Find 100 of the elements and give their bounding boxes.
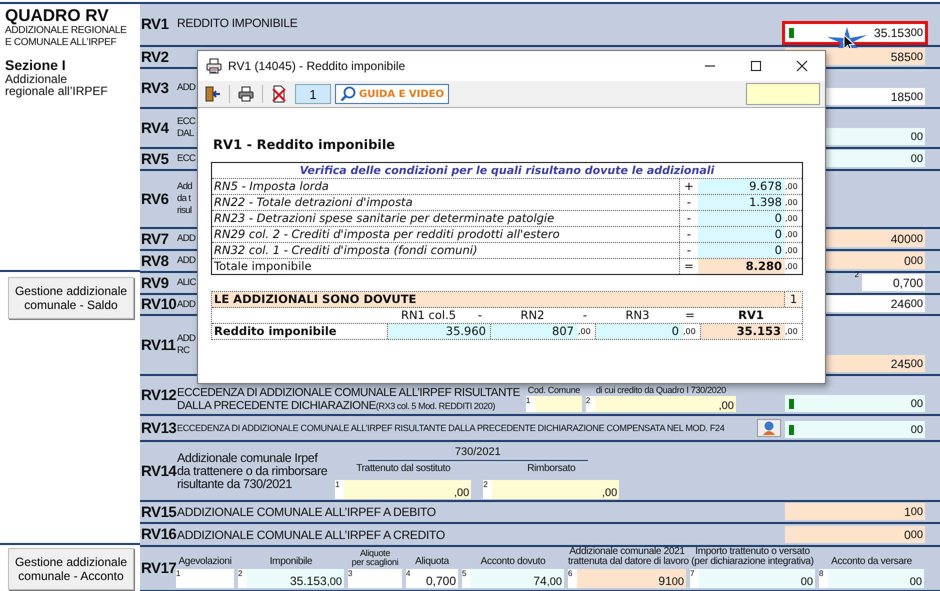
input-field[interactable]: 35.153,00 — [247, 569, 344, 588]
amount-field[interactable]: 100 — [785, 503, 925, 520]
acconto-button[interactable]: Gestione addizionale comunale - Acconto — [8, 548, 134, 590]
field-number: 3 — [348, 569, 357, 588]
row-label: ADD — [176, 81, 196, 95]
table-cell-text: - — [686, 195, 692, 210]
input-field[interactable]: 9100 — [577, 569, 686, 588]
field-number: 2 — [483, 480, 492, 499]
table-cell: 8.280 — [698, 259, 785, 274]
amount-field[interactable]: 0,700 — [862, 274, 925, 291]
table-cell: 0 — [698, 227, 785, 242]
table-cell: Totale imponibile — [212, 259, 680, 274]
field-number: 8 — [819, 569, 828, 588]
row-code: RV11 — [140, 336, 176, 354]
field-number: 1 — [176, 569, 185, 588]
table-cell: RN32 col. 1 - Crediti d'imposta (fondi comuni) — [212, 243, 680, 258]
table-cell-text: ,00 — [785, 197, 799, 209]
row-code: RV2 — [140, 48, 170, 66]
row-code: RV6 — [140, 190, 170, 208]
row-code: RV7 — [140, 230, 170, 248]
table-cell: RN23 - Detrazioni spese sanitarie per determinate patolgie — [212, 211, 680, 226]
field-number: 5 — [462, 569, 471, 588]
banner-text: LE ADDIZIONALI SONO DOVUTE — [213, 292, 418, 307]
field-number: 6 — [568, 569, 577, 588]
section-title: Sezione I — [5, 57, 67, 73]
table-cell: 0 — [596, 324, 683, 339]
table-cell-text: - — [686, 243, 692, 258]
field-number: 2 — [586, 396, 595, 412]
input-field[interactable] — [357, 569, 402, 588]
amount-field[interactable]: 000 — [785, 526, 925, 543]
input-field[interactable]: 74,00 — [471, 569, 564, 588]
input-field[interactable] — [746, 83, 820, 105]
row-label: REDDITO IMPONIBILE — [176, 15, 298, 30]
row-code: RV1 — [140, 16, 170, 33]
page-field[interactable]: 1 — [295, 84, 331, 104]
table-cell-text: - — [686, 227, 692, 242]
input-field[interactable] — [534, 396, 582, 412]
row-code: RV3 — [140, 80, 170, 96]
column-header: RN2 — [520, 308, 546, 323]
field-caption: Importo trattenuto o versato (per dichiarazione integrativa) — [690, 547, 815, 567]
amount-field[interactable]: 00 — [785, 395, 925, 412]
row-label: ECCEDENZA DI ADDIZIONALE COMUNALE ALL’IRPEF RISULTANTE DALLA PRECEDENTE DICHIARAZIONE COMPENSATA NEL MOD. F24 — [176, 422, 724, 435]
row-label: Add da t risul — [176, 180, 192, 218]
field-caption: Acconto da versare — [830, 557, 913, 567]
table-cell: 0 — [698, 211, 785, 226]
table-cell-text: ,00 — [785, 326, 799, 338]
row-code: RV12 — [140, 386, 176, 404]
person-icon-button[interactable] — [757, 419, 781, 437]
printer-icon — [206, 58, 222, 74]
table-cell: RN5 - Imposta lorda — [212, 179, 680, 194]
field-caption: Agevolazioni — [177, 557, 233, 567]
table-cell: 9.678 — [698, 179, 785, 194]
field-caption: di cui credito da Quadro I 730/2020 — [594, 386, 727, 395]
field-caption: Trattenuto dal sostituto — [355, 464, 452, 474]
row-code: RV10 — [140, 296, 176, 313]
input-field[interactable]: ,00 — [594, 396, 736, 412]
row-label: ADDIZIONALE COMUNALE ALL’IRPEF A CREDITO — [176, 526, 445, 544]
input-field[interactable] — [185, 569, 234, 588]
row-label: Addizionale comunale Irpef da trattenere o da rimborsare risultante da 730/2021 — [176, 450, 328, 492]
search-icon — [340, 86, 356, 102]
column-header: RV1 — [737, 308, 765, 323]
field-number: 1 — [335, 480, 344, 499]
table-cell-text: + — [683, 179, 695, 194]
row-label: Reddito imponibile — [213, 324, 338, 339]
input-field[interactable]: 0,700 — [415, 569, 458, 588]
field-caption: Aliquote per scaglioni — [350, 549, 400, 567]
saldo-button[interactable]: Gestione addizionale comunale - Saldo — [8, 277, 134, 319]
row-label: ADD — [176, 298, 196, 312]
table-cell: 807 — [491, 324, 578, 339]
field-caption: Rimborsato — [526, 464, 576, 474]
table-cell: 35.153 — [701, 324, 785, 339]
field-caption: Acconto dovuto — [480, 557, 546, 567]
window-title: RV1 (14045) - Reddito imponibile — [228, 59, 406, 73]
column-header: 730/2021 — [368, 446, 588, 461]
amount-field[interactable]: 35.15300 — [785, 24, 925, 42]
form-title: QUADRO RV — [5, 7, 110, 25]
input-field[interactable]: 00 — [828, 569, 924, 588]
row-code: RV15 — [140, 504, 176, 520]
row-code: RV8 — [140, 252, 170, 270]
input-field[interactable]: ,00 — [492, 480, 620, 499]
row-label: ECCEDENZA DI ADDIZIONALE COMUNALE ALL’IRPEF RISULTANTE DALLA PRECEDENTE DICHIARAZIONE(RX3 col. 5 Mod. REDDITI 2020) — [176, 386, 520, 414]
column-header: RN3 — [624, 308, 650, 323]
table-cell: 1.398 — [698, 195, 785, 210]
row-code: RV5 — [140, 150, 170, 168]
amount-field[interactable]: 00 — [785, 421, 925, 438]
table-cell-text: - — [686, 211, 692, 226]
input-field[interactable]: ,00 — [344, 480, 472, 499]
operator-label: - — [476, 308, 484, 323]
row-label: ECC — [176, 152, 196, 166]
column-header: RN1 col.5 — [400, 308, 458, 323]
dialog-heading: RV1 - Reddito imponibile — [213, 138, 396, 153]
row-label: ALIC — [176, 276, 196, 290]
row-label: ADD — [176, 254, 196, 268]
field-caption: Aliquota — [414, 557, 450, 567]
table-cell: RN29 col. 2 - Crediti d'imposta per redditi prodotti all'estero — [212, 227, 680, 242]
operator-label: - — [582, 308, 588, 323]
row-code: RV4 — [140, 120, 170, 136]
table-cell-text: ,00 — [578, 326, 592, 338]
input-field[interactable]: 00 — [699, 569, 815, 588]
form-subtitle: ADDIZIONALE REGIONALE E COMUNALE ALL’IRPEF — [5, 25, 128, 49]
